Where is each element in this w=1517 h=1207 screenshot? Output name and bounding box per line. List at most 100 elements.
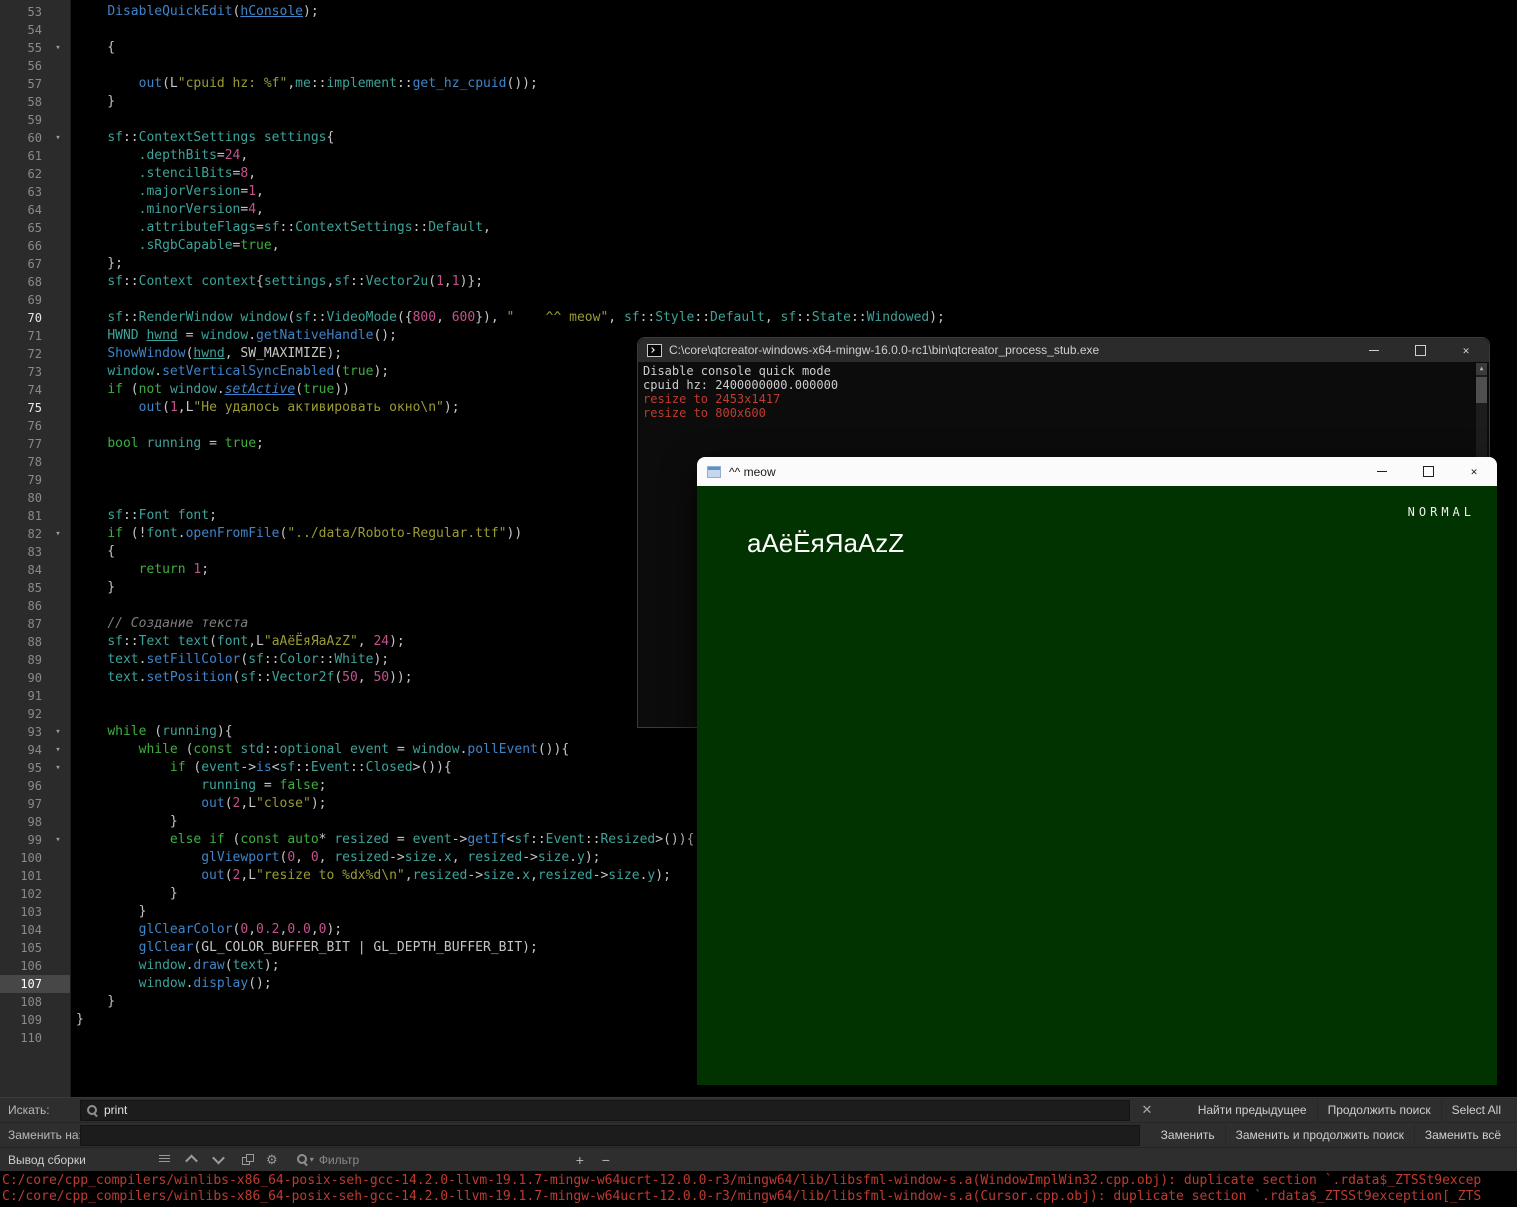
code-line[interactable]: 66 .sRgbCapable=true,: [0, 237, 1517, 255]
console-output[interactable]: Disable console quick modecpuid hz: 2400…: [638, 362, 1489, 422]
line-number[interactable]: 99: [0, 831, 46, 849]
line-number[interactable]: 65: [0, 219, 46, 237]
code-text[interactable]: return 1;: [70, 561, 209, 579]
line-number[interactable]: 97: [0, 795, 46, 813]
line-number[interactable]: 108: [0, 993, 46, 1011]
replace-action-button[interactable]: Заменить и продолжить поиск: [1225, 1125, 1414, 1146]
code-text[interactable]: }: [70, 903, 146, 921]
code-text[interactable]: .stencilBits=8,: [70, 165, 256, 183]
code-text[interactable]: while (const std::optional event = windo…: [70, 741, 569, 759]
line-number[interactable]: 77: [0, 435, 46, 453]
line-number[interactable]: 93: [0, 723, 46, 741]
find-action-button[interactable]: Найти предыдущее: [1188, 1100, 1317, 1121]
code-text[interactable]: [70, 111, 76, 129]
line-number[interactable]: 91: [0, 687, 46, 705]
code-text[interactable]: out(2,L"close");: [70, 795, 326, 813]
code-text[interactable]: [70, 291, 76, 309]
close-find-bar-icon[interactable]: ✕: [1130, 1102, 1164, 1118]
line-number[interactable]: 74: [0, 381, 46, 399]
code-text[interactable]: [70, 597, 76, 615]
filter-input[interactable]: ▾ Фильтр: [291, 1150, 459, 1170]
line-number[interactable]: 68: [0, 273, 46, 291]
line-number[interactable]: 54: [0, 21, 46, 39]
zoom-in-button[interactable]: +: [569, 1152, 591, 1168]
code-text[interactable]: window.display();: [70, 975, 272, 993]
code-text[interactable]: bool running = true;: [70, 435, 264, 453]
scrollbar-thumb[interactable]: [1476, 377, 1487, 403]
scroll-up-icon[interactable]: ▲: [1476, 363, 1487, 375]
line-number[interactable]: 110: [0, 1029, 46, 1047]
code-line[interactable]: 61 .depthBits=24,: [0, 147, 1517, 165]
code-text[interactable]: glClear(GL_COLOR_BUFFER_BIT | GL_DEPTH_B…: [70, 939, 538, 957]
line-number[interactable]: 59: [0, 111, 46, 129]
fold-marker-icon[interactable]: ▾: [46, 525, 70, 543]
code-text[interactable]: sf::Text text(font,L"аАёЁяЯaAzZ", 24);: [70, 633, 405, 651]
line-number[interactable]: 78: [0, 453, 46, 471]
line-number[interactable]: 84: [0, 561, 46, 579]
replace-action-button[interactable]: Заменить всё: [1414, 1125, 1511, 1146]
line-number[interactable]: 102: [0, 885, 46, 903]
code-text[interactable]: DisableQuickEdit(hConsole);: [70, 3, 319, 21]
line-number[interactable]: 57: [0, 75, 46, 93]
line-number[interactable]: 87: [0, 615, 46, 633]
fold-marker-icon[interactable]: ▾: [46, 759, 70, 777]
chevron-up-icon[interactable]: [183, 1151, 201, 1169]
code-text[interactable]: sf::Font font;: [70, 507, 217, 525]
line-number[interactable]: 53: [0, 3, 46, 21]
overlap-windows-icon[interactable]: [239, 1151, 257, 1169]
code-line[interactable]: 69: [0, 291, 1517, 309]
find-action-button[interactable]: Продолжить поиск: [1317, 1100, 1441, 1121]
code-line[interactable]: 64 .minorVersion=4,: [0, 201, 1517, 219]
code-text[interactable]: else if (const auto* resized = event->ge…: [70, 831, 694, 849]
code-text[interactable]: // Создание текста: [70, 615, 248, 633]
code-line[interactable]: 65 .attributeFlags=sf::ContextSettings::…: [0, 219, 1517, 237]
fold-marker-icon[interactable]: ▾: [46, 741, 70, 759]
replace-action-button[interactable]: Заменить: [1151, 1125, 1225, 1146]
build-output[interactable]: C:/core/cpp_compilers/winlibs-x86_64-pos…: [0, 1171, 1517, 1207]
line-number[interactable]: 66: [0, 237, 46, 255]
code-text[interactable]: if (!font.openFromFile("../data/Roboto-R…: [70, 525, 522, 543]
code-text[interactable]: {: [70, 543, 115, 561]
code-line[interactable]: 67 };: [0, 255, 1517, 273]
code-text[interactable]: }: [70, 813, 178, 831]
minimize-icon[interactable]: [1351, 338, 1397, 362]
line-number[interactable]: 70: [0, 309, 46, 327]
code-text[interactable]: };: [70, 255, 123, 273]
code-text[interactable]: glViewport(0, 0, resized->size.x, resize…: [70, 849, 600, 867]
code-text[interactable]: window.setVerticalSyncEnabled(true);: [70, 363, 389, 381]
line-number[interactable]: 67: [0, 255, 46, 273]
code-text[interactable]: .attributeFlags=sf::ContextSettings::Def…: [70, 219, 491, 237]
line-number[interactable]: 55: [0, 39, 46, 57]
code-text[interactable]: if (not window.setActive(true)): [70, 381, 350, 399]
list-icon[interactable]: [156, 1151, 174, 1169]
line-number[interactable]: 98: [0, 813, 46, 831]
code-text[interactable]: [70, 471, 76, 489]
code-text[interactable]: .minorVersion=4,: [70, 201, 264, 219]
line-number[interactable]: 62: [0, 165, 46, 183]
line-number[interactable]: 94: [0, 741, 46, 759]
line-number[interactable]: 95: [0, 759, 46, 777]
line-number[interactable]: 75: [0, 399, 46, 417]
code-text[interactable]: [70, 687, 76, 705]
code-text[interactable]: }: [70, 579, 115, 597]
code-line[interactable]: 56: [0, 57, 1517, 75]
code-text[interactable]: .sRgbCapable=true,: [70, 237, 280, 255]
line-number[interactable]: 80: [0, 489, 46, 507]
find-input[interactable]: print: [80, 1100, 1130, 1121]
code-text[interactable]: glClearColor(0,0.2,0.0,0);: [70, 921, 342, 939]
code-text[interactable]: }: [70, 885, 178, 903]
line-number[interactable]: 58: [0, 93, 46, 111]
code-text[interactable]: [70, 417, 76, 435]
chevron-down-icon[interactable]: [210, 1151, 228, 1169]
code-text[interactable]: sf::Context context{settings,sf::Vector2…: [70, 273, 483, 291]
code-line[interactable]: 54: [0, 21, 1517, 39]
code-line[interactable]: 57 out(L"cpuid hz: %f",me::implement::ge…: [0, 75, 1517, 93]
line-number[interactable]: 85: [0, 579, 46, 597]
code-text[interactable]: while (running){: [70, 723, 233, 741]
minimize-icon[interactable]: [1359, 457, 1405, 486]
fold-marker-icon[interactable]: ▾: [46, 831, 70, 849]
sfml-titlebar[interactable]: ^^ meow ✕: [697, 457, 1497, 486]
close-icon[interactable]: ✕: [1451, 457, 1497, 486]
line-number[interactable]: 92: [0, 705, 46, 723]
code-line[interactable]: 55▾ {: [0, 39, 1517, 57]
